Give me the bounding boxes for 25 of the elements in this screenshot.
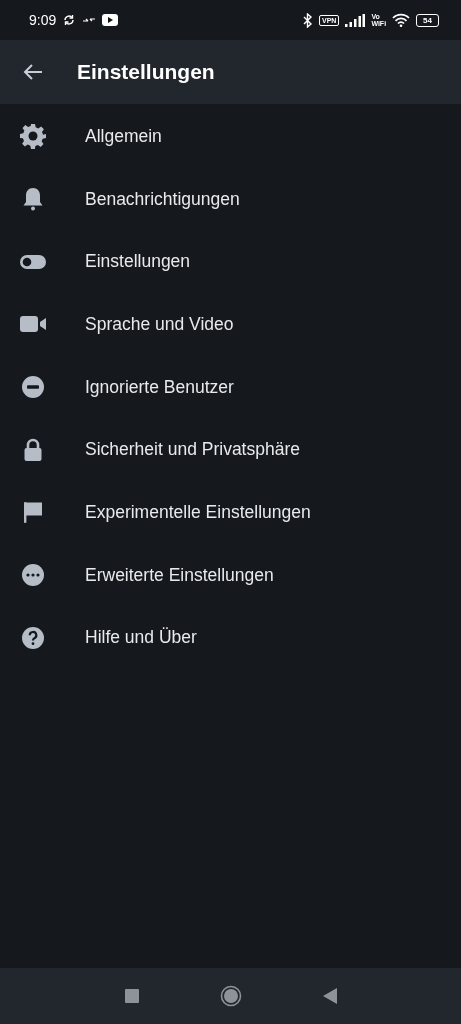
bluetooth-icon	[302, 12, 313, 28]
back-nav-button[interactable]	[322, 988, 337, 1004]
settings-item[interactable]: Benachrichtigungen	[0, 167, 461, 231]
settings-item[interactable]: Hilfe und Über	[0, 606, 461, 670]
data-transfer-icon	[82, 15, 97, 25]
gear-icon	[20, 123, 46, 150]
recents-button[interactable]	[124, 989, 139, 1003]
settings-item[interactable]: Ignorierte Benutzer	[0, 355, 461, 419]
home-button[interactable]	[219, 985, 242, 1007]
minus-circle-icon	[20, 374, 46, 401]
status-time: 9:09	[29, 12, 57, 28]
more-icon	[20, 562, 46, 589]
battery-indicator: 54	[416, 13, 439, 27]
play-icon	[102, 14, 119, 26]
wifi-icon	[392, 13, 411, 27]
signal-icon	[345, 13, 366, 27]
page-title: Einstellungen	[77, 60, 215, 84]
help-icon	[20, 624, 46, 651]
settings-item[interactable]: Sprache und Video	[0, 293, 461, 356]
settings-item[interactable]: Allgemein	[0, 105, 461, 168]
settings-item[interactable]: Einstellungen	[0, 230, 461, 294]
settings-item[interactable]: Sicherheit und Privatsphäre	[0, 418, 461, 482]
settings-item[interactable]: Experimentelle Einstellungen	[0, 481, 461, 544]
sync-icon	[62, 13, 77, 27]
settings-item[interactable]: Erweiterte Einstellungen	[0, 543, 461, 607]
